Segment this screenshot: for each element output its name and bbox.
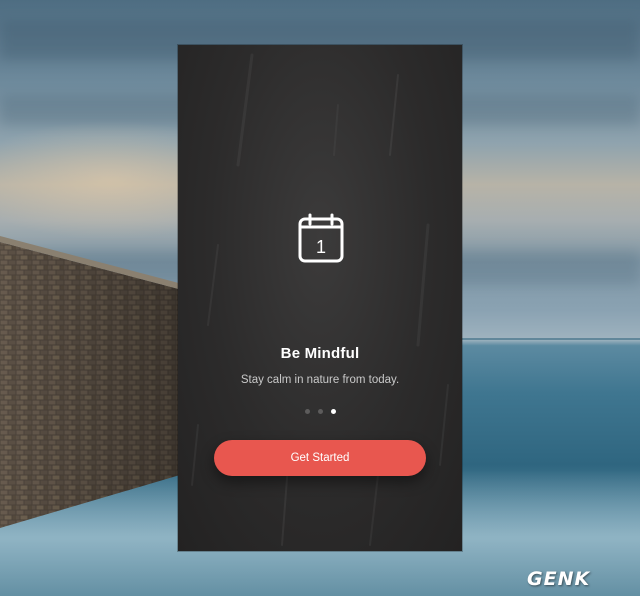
page-dot[interactable]	[304, 409, 310, 414]
calendar-day-number: 1	[316, 237, 326, 257]
brick-wall	[0, 236, 190, 528]
onboarding-screen: 1 Be Mindful Stay calm in nature from to…	[178, 45, 462, 551]
page-dot[interactable]	[317, 409, 323, 414]
calendar-icon: 1	[298, 213, 344, 263]
onboarding-subtitle: Stay calm in nature from today.	[240, 374, 400, 386]
onboarding-title: Be Mindful	[280, 345, 360, 362]
watermark-logo: GENK	[527, 568, 591, 590]
pagination-dots	[178, 409, 462, 414]
page-dot-active[interactable]	[330, 409, 336, 414]
get-started-button[interactable]: Get Started	[214, 440, 426, 476]
get-started-label: Get Started	[290, 452, 350, 464]
